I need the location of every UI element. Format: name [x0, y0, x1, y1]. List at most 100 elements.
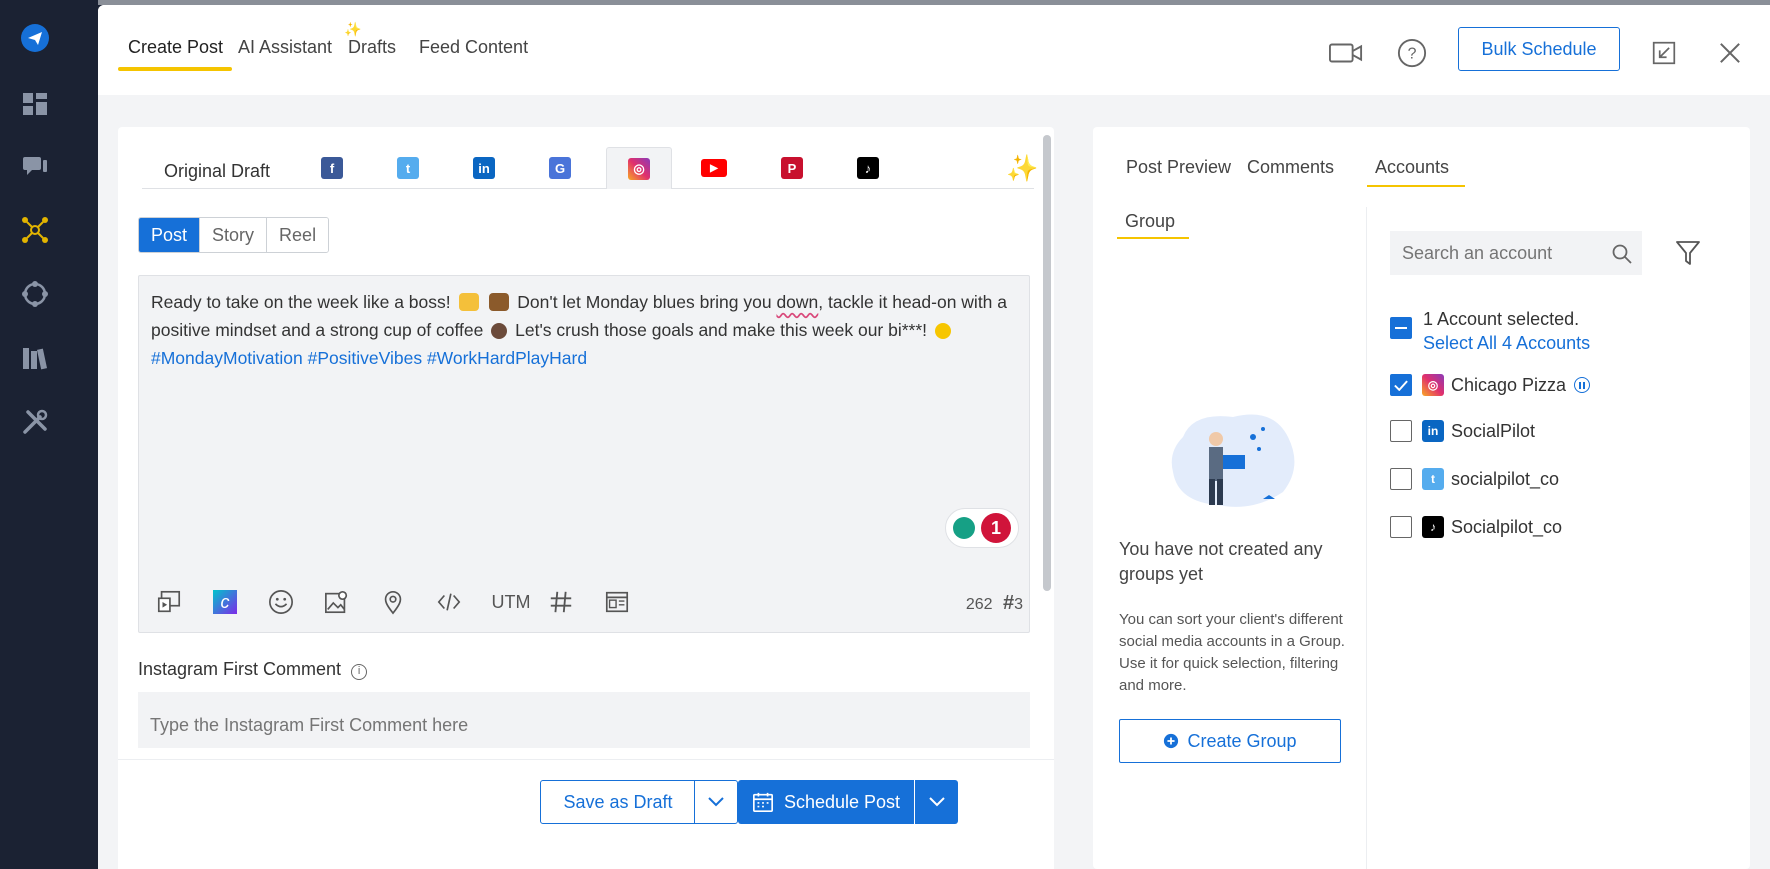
messages-icon[interactable]	[17, 148, 53, 184]
post-type-post[interactable]: Post	[139, 218, 200, 252]
analytics-icon[interactable]	[17, 276, 53, 312]
tab-instagram[interactable]: ◎	[606, 147, 672, 189]
panel-divider	[1366, 207, 1367, 869]
tab-twitter[interactable]: t	[378, 147, 438, 189]
accounts-tab-underline	[1367, 185, 1465, 187]
google-business-icon: G	[549, 157, 571, 179]
connections-icon[interactable]	[17, 212, 53, 248]
create-post-modal: Create Post AI Assistant ✨ Drafts Feed C…	[98, 5, 1770, 869]
template-icon[interactable]	[601, 586, 633, 618]
chevron-down-icon	[928, 797, 945, 807]
linkedin-icon: in	[1422, 420, 1444, 442]
dashboard-icon[interactable]	[17, 86, 53, 122]
account-row[interactable]: ◎ Chicago Pizza	[1390, 371, 1591, 399]
tab-facebook[interactable]: f	[302, 147, 362, 189]
checkmark-icon	[1394, 379, 1408, 391]
editor-scrollbar[interactable]	[1043, 135, 1051, 591]
post-counters: 262 #3	[966, 592, 1023, 615]
schedule-dropdown[interactable]	[914, 780, 958, 824]
account-row[interactable]: ♪ Socialpilot_co	[1390, 513, 1562, 541]
tab-post-preview[interactable]: Post Preview	[1126, 157, 1231, 178]
media-library-icon[interactable]	[153, 586, 185, 618]
network-tabs: Original Draft f t in G ◎ ▶ P ♪	[142, 147, 1034, 189]
account-row[interactable]: in SocialPilot	[1390, 417, 1535, 445]
emoji-icon[interactable]	[265, 586, 297, 618]
pause-icon[interactable]	[1574, 377, 1591, 393]
account-checkbox[interactable]	[1390, 516, 1412, 538]
post-type-story[interactable]: Story	[199, 218, 267, 252]
bulk-schedule-button[interactable]: Bulk Schedule	[1458, 27, 1620, 71]
search-icon[interactable]	[1611, 243, 1633, 265]
tab-pinterest[interactable]: P	[762, 147, 822, 189]
select-all-checkbox[interactable]	[1390, 317, 1412, 339]
tab-linkedin[interactable]: in	[454, 147, 514, 189]
tab-drafts[interactable]: Drafts	[348, 37, 396, 58]
save-draft-button[interactable]: Save as Draft	[540, 780, 696, 824]
composer-toolbar: c UTM 262 #3	[153, 582, 1023, 622]
create-group-label: Create Group	[1187, 730, 1297, 751]
account-name: Chicago Pizza	[1451, 374, 1567, 395]
empty-groups-title: You have not created any groups yet	[1119, 539, 1323, 584]
tab-ai-assistant[interactable]: AI Assistant	[238, 37, 332, 58]
post-text-part: Don't let Monday blues bring you	[517, 292, 772, 312]
plus-circle-icon	[1164, 733, 1179, 749]
info-icon[interactable]: i	[351, 664, 368, 680]
tools-icon[interactable]	[17, 404, 53, 440]
first-comment-input[interactable]	[138, 692, 1030, 748]
utm-button[interactable]: UTM	[489, 586, 533, 618]
hashtag-count-icon: #	[1002, 592, 1015, 614]
tab-tiktok[interactable]: ♪	[838, 147, 898, 189]
spellcheck-word[interactable]: down	[776, 292, 818, 312]
account-checkbox[interactable]	[1390, 374, 1412, 396]
account-checkbox[interactable]	[1390, 468, 1412, 490]
magic-wand-icon[interactable]: ✨	[1006, 153, 1038, 184]
select-all-link[interactable]: Select All 4 Accounts	[1423, 331, 1590, 355]
post-composer[interactable]: Ready to take on the week like a boss! D…	[138, 275, 1030, 633]
account-name: Socialpilot_co	[1451, 516, 1563, 537]
tab-feed-content[interactable]: Feed Content	[419, 37, 528, 58]
post-text-part: Let's crush those goals and make this we…	[515, 320, 928, 340]
tab-comments[interactable]: Comments	[1247, 157, 1334, 178]
location-icon[interactable]	[377, 586, 409, 618]
tab-original-draft[interactable]: Original Draft	[142, 147, 292, 189]
tab-youtube[interactable]: ▶	[684, 147, 744, 189]
post-hashtags[interactable]: #MondayMotivation #PositiveVibes #WorkHa…	[151, 348, 587, 368]
tab-google-business[interactable]: G	[530, 147, 590, 189]
code-icon[interactable]	[433, 586, 465, 618]
tab-accounts[interactable]: Accounts	[1375, 157, 1449, 178]
image-search-icon[interactable]	[321, 586, 353, 618]
close-icon[interactable]	[1712, 35, 1748, 71]
tab-group[interactable]: Group	[1125, 211, 1175, 232]
briefcase-emoji	[489, 293, 510, 311]
left-sidebar	[0, 0, 86, 869]
tiktok-icon: ♪	[857, 157, 879, 179]
grammar-assistant-widget[interactable]: 1	[945, 508, 1019, 548]
facebook-icon: f	[321, 157, 343, 179]
library-icon[interactable]	[17, 340, 53, 376]
filter-icon[interactable]	[1675, 239, 1701, 267]
post-type-reel[interactable]: Reel	[266, 218, 329, 252]
video-icon[interactable]	[1328, 35, 1364, 71]
canva-icon[interactable]: c	[209, 586, 241, 618]
tiktok-icon: ♪	[1422, 516, 1444, 538]
lightbulb-icon	[953, 517, 975, 539]
modal-header: Create Post AI Assistant ✨ Drafts Feed C…	[98, 5, 1770, 95]
tab-create-post[interactable]: Create Post	[128, 37, 223, 58]
account-row[interactable]: t socialpilot_co	[1390, 465, 1559, 493]
save-draft-dropdown[interactable]	[694, 780, 738, 824]
hashtag-icon[interactable]	[545, 586, 577, 618]
paper-plane-logo-icon[interactable]	[17, 20, 53, 56]
account-search-input[interactable]	[1390, 231, 1642, 275]
minimize-icon[interactable]	[1646, 35, 1682, 71]
create-group-button[interactable]: Create Group	[1119, 719, 1341, 763]
schedule-post-button[interactable]: Schedule Post	[738, 780, 914, 824]
first-comment-label: Instagram First Comment i	[138, 659, 368, 680]
group-tab-underline	[1117, 237, 1189, 239]
instagram-icon: ◎	[628, 157, 650, 180]
account-checkbox[interactable]	[1390, 420, 1412, 442]
help-icon[interactable]: ?	[1394, 35, 1430, 71]
post-type-selector: Post Story Reel	[138, 217, 330, 253]
first-comment-label-text: Instagram First Comment	[138, 659, 342, 679]
sparkle-icon: ✨	[344, 21, 362, 37]
post-text[interactable]: Ready to take on the week like a boss! D…	[151, 288, 1021, 372]
